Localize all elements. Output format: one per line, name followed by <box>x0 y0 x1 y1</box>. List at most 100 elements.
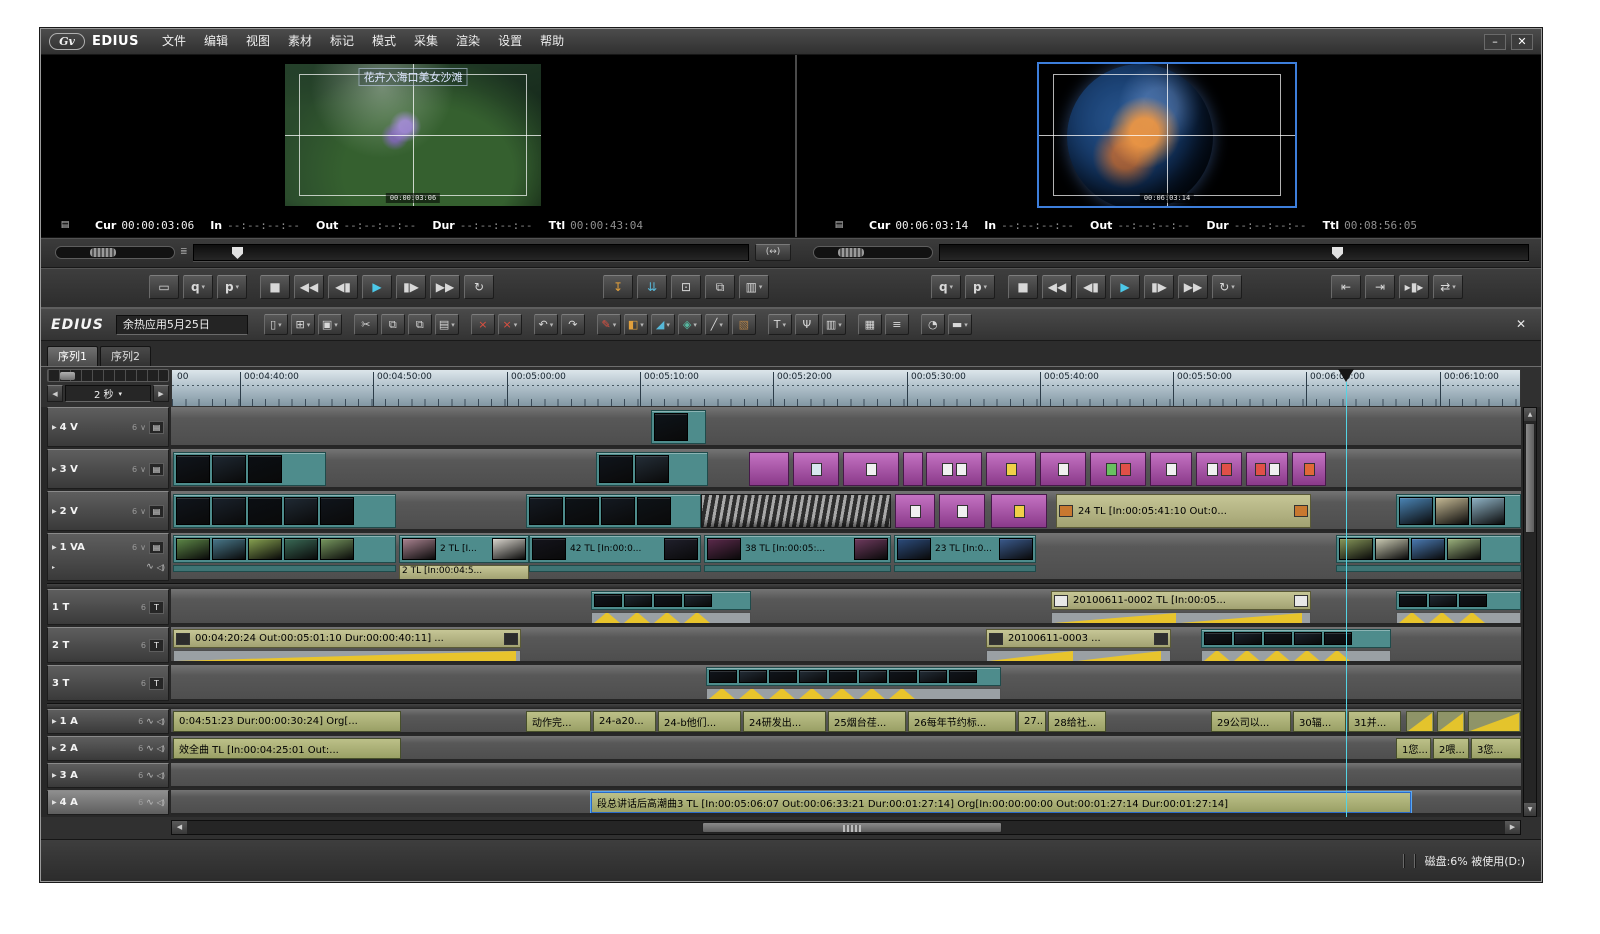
scroll-left-button[interactable]: ◀ <box>172 821 187 834</box>
speaker-icon[interactable]: ◁) <box>157 717 164 726</box>
sync-icon[interactable]: ∨ <box>140 543 146 552</box>
timeline-clip[interactable]: 段总讲话后高潮曲3 TL [In:00:05:06:07 Out:00:06:3… <box>591 792 1411 813</box>
track-lane-2V[interactable]: 24 TL [In:00:05:41:10 Out:0... <box>171 491 1521 531</box>
timeline-clip[interactable]: 2喂... <box>1433 738 1469 759</box>
sync-icon[interactable]: ∨ <box>140 423 146 432</box>
timeline-clip[interactable] <box>1040 452 1086 486</box>
timeline-clip[interactable] <box>1437 711 1465 732</box>
expand-icon[interactable]: ▶ <box>52 799 57 806</box>
timeline-clip[interactable]: 20100611-0002 TL [In:00:05... <box>1051 591 1311 624</box>
track-header-2A[interactable]: ▶2 A6∿◁) <box>47 736 169 761</box>
timeline-clip[interactable] <box>939 494 985 528</box>
timeline-clip[interactable]: 42 TL [In:00:0... <box>529 535 701 580</box>
timeline-clip[interactable] <box>1150 452 1192 486</box>
playhead-marker[interactable] <box>1338 369 1354 382</box>
timeline-clip[interactable] <box>926 452 982 486</box>
sync-icon[interactable]: ∨ <box>140 507 146 516</box>
lock-icon[interactable]: 6 <box>132 507 137 516</box>
timeline-clip[interactable] <box>1396 591 1521 624</box>
expand-icon[interactable]: ▶ <box>52 508 57 515</box>
timeline-clip[interactable] <box>793 452 839 486</box>
timeline-clip[interactable]: 27... <box>1018 711 1046 732</box>
timeline-clip[interactable]: 24研发出... <box>743 711 826 732</box>
track-lane-2A[interactable]: 效全曲 TL [In:00:04:25:01 Out:... 1您...2喂...… <box>171 736 1521 761</box>
vertical-scroll-thumb[interactable] <box>1525 423 1535 533</box>
expand-icon[interactable]: ▶ <box>52 772 57 779</box>
timeline-clip[interactable]: 26每年节约标... <box>908 711 1016 732</box>
timeline-clip[interactable] <box>526 494 701 528</box>
timeline-clip[interactable] <box>701 494 891 528</box>
lock-icon[interactable]: 6 <box>138 744 143 753</box>
timeline-clip[interactable]: 31并... <box>1348 711 1401 732</box>
timeline-clip[interactable]: 28给社... <box>1048 711 1106 732</box>
timeline-clip[interactable] <box>1292 452 1326 486</box>
video-mute-button[interactable]: ▤ <box>149 421 164 434</box>
track-header-1T[interactable]: 1 T6T <box>47 589 169 625</box>
timeline-clip[interactable] <box>173 494 396 528</box>
track-lane-1A[interactable]: 0:04:51:23 Dur:00:00:30:24] Org[...动作完..… <box>171 709 1521 734</box>
timeline-clip[interactable]: 效全曲 TL [In:00:04:25:01 Out:... <box>173 738 401 759</box>
track-lane-3V[interactable] <box>171 449 1521 489</box>
timeline-clip[interactable] <box>1090 452 1146 486</box>
expand-icon[interactable]: ▶ <box>52 745 57 752</box>
timeline-clip[interactable] <box>1196 452 1242 486</box>
scroll-right-button[interactable]: ▶ <box>1505 821 1520 834</box>
timeline-clip[interactable] <box>1201 629 1391 662</box>
scroll-up-button[interactable]: ▲ <box>1524 408 1536 421</box>
speaker-icon[interactable]: ◁) <box>157 798 164 807</box>
timeline-clip[interactable]: 1您... <box>1396 738 1431 759</box>
timeline-clip[interactable] <box>1336 535 1521 580</box>
track-lane-3T[interactable] <box>171 665 1521 701</box>
track-header-4A[interactable]: ▶4 A6∿◁) <box>47 790 169 815</box>
timeline-clip[interactable] <box>895 494 935 528</box>
timeline-clip[interactable] <box>651 410 706 444</box>
timeline-clip[interactable]: 24 TL [In:00:05:41:10 Out:0... <box>1056 494 1311 528</box>
expand-icon[interactable]: ▶ <box>52 466 57 473</box>
speaker-icon[interactable]: ◁) <box>157 563 164 572</box>
lock-icon[interactable]: 6 <box>138 798 143 807</box>
timeline-clip[interactable]: 23 TL [In:0... <box>894 535 1036 580</box>
expand-icon[interactable]: ▶ <box>52 544 57 551</box>
timeline-clip[interactable] <box>173 452 326 486</box>
lock-icon[interactable]: 6 <box>132 465 137 474</box>
lock-icon[interactable]: 6 <box>138 717 143 726</box>
sync-icon[interactable]: ∨ <box>140 465 146 474</box>
track-header-3V[interactable]: ▶3 V6∨▤ <box>47 449 169 489</box>
expand-icon[interactable]: ▸ <box>52 564 55 571</box>
track-header-1A[interactable]: ▶1 A6∿◁) <box>47 709 169 734</box>
scroll-down-button[interactable]: ▼ <box>1524 803 1536 816</box>
track-lane-4A[interactable]: 段总讲话后高潮曲3 TL [In:00:05:06:07 Out:00:06:3… <box>171 790 1521 815</box>
track-lane-1VA[interactable]: 2 TL [I...2 TL [In:00:04:5...42 TL [In:0… <box>171 533 1521 581</box>
track-lane-4V[interactable] <box>171 407 1521 447</box>
speaker-icon[interactable]: ◁) <box>157 744 164 753</box>
horizontal-scroll-thumb[interactable] <box>702 822 1002 833</box>
video-mute-button[interactable]: ▤ <box>149 541 164 554</box>
timeline-clip[interactable]: 3您... <box>1471 738 1521 759</box>
timeline-clip[interactable] <box>1396 494 1521 528</box>
timeline-clip[interactable]: 动作完... <box>526 711 591 732</box>
lock-icon[interactable]: 6 <box>141 679 146 688</box>
track-header-3T[interactable]: 3 T6T <box>47 665 169 701</box>
timeline-clip[interactable]: 00:04:20:24 Out:00:05:01:10 Dur:00:00:40… <box>173 629 521 662</box>
timeline-clip[interactable]: 29公司以... <box>1211 711 1291 732</box>
timeline-clip[interactable] <box>706 667 1001 700</box>
timeline-clip[interactable]: 24-b他们... <box>658 711 741 732</box>
timeline-clip[interactable] <box>843 452 899 486</box>
track-lane-1T[interactable]: 20100611-0002 TL [In:00:05... <box>171 589 1521 625</box>
lock-icon[interactable]: 6 <box>138 771 143 780</box>
lock-icon[interactable]: 6 <box>141 641 146 650</box>
video-mute-button[interactable]: ▤ <box>149 463 164 476</box>
waveform-icon[interactable]: ∿ <box>146 771 154 781</box>
lock-icon[interactable]: 6 <box>132 423 137 432</box>
timeline-clip[interactable]: 38 TL [In:00:05:... <box>704 535 891 580</box>
track-header-3A[interactable]: ▶3 A6∿◁) <box>47 763 169 788</box>
track-header-2T[interactable]: 2 T6T <box>47 627 169 663</box>
timeline-clip[interactable] <box>1406 711 1434 732</box>
waveform-icon[interactable]: ∿ <box>146 798 154 808</box>
timeline-clip[interactable] <box>749 452 789 486</box>
expand-icon[interactable]: ▶ <box>52 424 57 431</box>
speaker-icon[interactable]: ◁) <box>157 771 164 780</box>
timeline-clip[interactable] <box>1468 711 1521 732</box>
video-mute-button[interactable]: ▤ <box>149 505 164 518</box>
timeline-clip[interactable]: 30辐... <box>1293 711 1346 732</box>
